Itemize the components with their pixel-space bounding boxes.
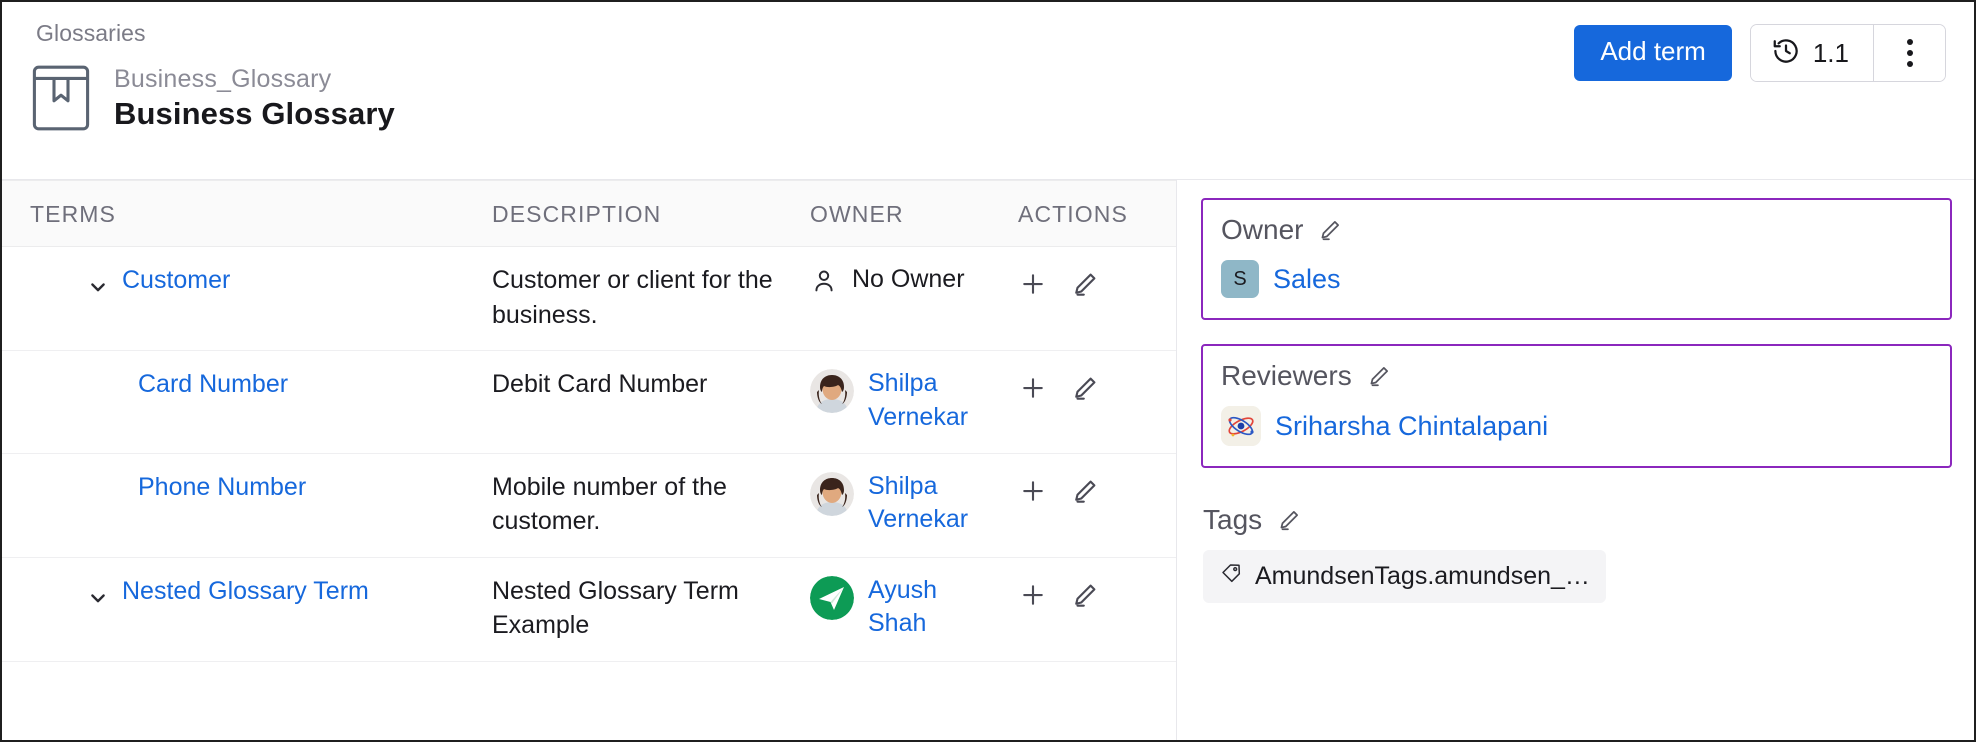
app-window: Glossaries Business_Glossary Business Gl… [0,0,1976,742]
reviewers-panel-header: Reviewers [1221,360,1932,392]
user-avatar-photo-green [810,575,854,620]
table-header: TERMS DESCRIPTION OWNER ACTIONS [2,180,1176,247]
chevron-down-icon[interactable] [88,583,108,618]
actions-cell [1018,350,1176,454]
pencil-icon[interactable] [1070,580,1100,610]
tags-panel-header: Tags [1203,504,1932,536]
owner-cell: Shilpa Vernekar [810,350,1018,454]
book-glossary-icon [30,63,92,133]
description-cell: Nested Glossary Term Example [492,557,810,662]
actions-cell [1018,246,1176,351]
plus-icon[interactable] [1018,269,1048,299]
pencil-icon[interactable] [1070,373,1100,403]
owner-cell: Ayush Shah [810,557,1018,662]
owner-name[interactable]: Shilpa Vernekar [868,367,1002,435]
reviewers-panel: Reviewers Sriharsha Chintalapani [1201,344,1952,468]
description-cell: Customer or client for the business. [492,246,810,351]
term-cell: Phone Number [2,453,492,558]
term-cell: Card Number [2,350,492,454]
column-header-description: DESCRIPTION [492,180,810,247]
description-cell: Mobile number of the customer. [492,453,810,558]
terms-table: TERMS DESCRIPTION OWNER ACTIONS Customer… [2,180,1176,662]
chevron-down-icon[interactable] [88,272,108,307]
page-body: TERMS DESCRIPTION OWNER ACTIONS Customer… [2,180,1974,740]
atom-avatar-icon [1221,406,1261,446]
tag-label: AmundsenTags.amundsen_… [1255,562,1590,590]
owner-panel-title: Owner [1221,214,1304,245]
term-link[interactable]: Customer [122,263,230,298]
owner-cell: Shilpa Vernekar [810,453,1018,558]
vertical-dots-icon [1906,39,1913,67]
term-link[interactable]: Phone Number [138,470,306,505]
plus-icon[interactable] [1018,373,1048,403]
actions-cell [1018,453,1176,558]
owner-cell: No Owner [810,246,1018,351]
pencil-icon[interactable] [1070,269,1100,299]
add-term-button[interactable]: Add term [1574,25,1732,81]
tags-panel: Tags AmundsenTags.amundsen_… [1201,492,1952,625]
owner-name: No Owner [852,265,965,293]
version-button[interactable]: 1.1 [1750,25,1873,81]
term-cell: Customer [2,246,492,351]
page-title: Business Glossary [114,95,395,131]
team-avatar-badge: S [1221,260,1259,298]
reviewer-value[interactable]: Sriharsha Chintalapani [1275,411,1548,442]
actions-cell [1018,557,1176,662]
tag-chip[interactable]: AmundsenTags.amundsen_… [1203,550,1606,603]
header-button-group: 1.1 [1749,24,1946,82]
more-options-button[interactable] [1873,25,1945,81]
term-cell: Nested Glossary Term [2,557,492,662]
table-row: Phone Number Mobile number of the custom… [2,453,1176,558]
reviewers-panel-title: Reviewers [1221,360,1352,391]
term-link[interactable]: Nested Glossary Term [122,574,369,609]
page-header: Glossaries Business_Glossary Business Gl… [2,2,1974,180]
pencil-icon[interactable] [1070,476,1100,506]
owner-value-row: S Sales [1221,260,1932,298]
owner-panel: Owner S Sales [1201,198,1952,320]
tags-panel-title: Tags [1203,504,1263,535]
plus-icon[interactable] [1018,476,1048,506]
glossary-fqn: Business_Glossary [114,64,332,93]
terms-table-pane: TERMS DESCRIPTION OWNER ACTIONS Customer… [2,180,1177,740]
pencil-icon[interactable] [1276,507,1302,533]
table-body: Customer Customer or client for the busi… [2,246,1176,662]
reviewer-value-row: Sriharsha Chintalapani [1221,406,1932,446]
pencil-icon[interactable] [1317,217,1343,243]
description-cell: Debit Card Number [492,350,810,454]
table-header-row: TERMS DESCRIPTION OWNER ACTIONS [2,180,1176,247]
header-actions: Add term 1.1 [1574,24,1946,82]
table-row: Customer Customer or client for the busi… [2,246,1176,351]
table-row: Nested Glossary Term Nested Glossary Ter… [2,557,1176,662]
user-avatar-photo [810,471,854,516]
table-row: Card Number Debit Card Number Shilpa Ver… [2,350,1176,454]
owner-name[interactable]: Shilpa Vernekar [868,470,1002,538]
column-header-terms: TERMS [2,180,492,247]
tag-icon [1219,561,1243,592]
owner-panel-header: Owner [1221,214,1932,246]
pencil-icon[interactable] [1366,363,1392,389]
details-sidebar: Owner S Sales Reviewers Sriharsha Chinta… [1177,180,1974,740]
person-outline-icon [810,267,838,305]
history-clock-icon [1771,36,1801,71]
owner-value[interactable]: Sales [1273,264,1341,295]
column-header-owner: OWNER [810,180,1018,247]
user-avatar-photo [810,369,854,413]
column-header-actions: ACTIONS [1018,180,1176,247]
version-label: 1.1 [1812,37,1849,68]
plus-icon[interactable] [1018,580,1048,610]
owner-name[interactable]: Ayush Shah [868,574,1002,642]
term-link[interactable]: Card Number [138,367,288,402]
